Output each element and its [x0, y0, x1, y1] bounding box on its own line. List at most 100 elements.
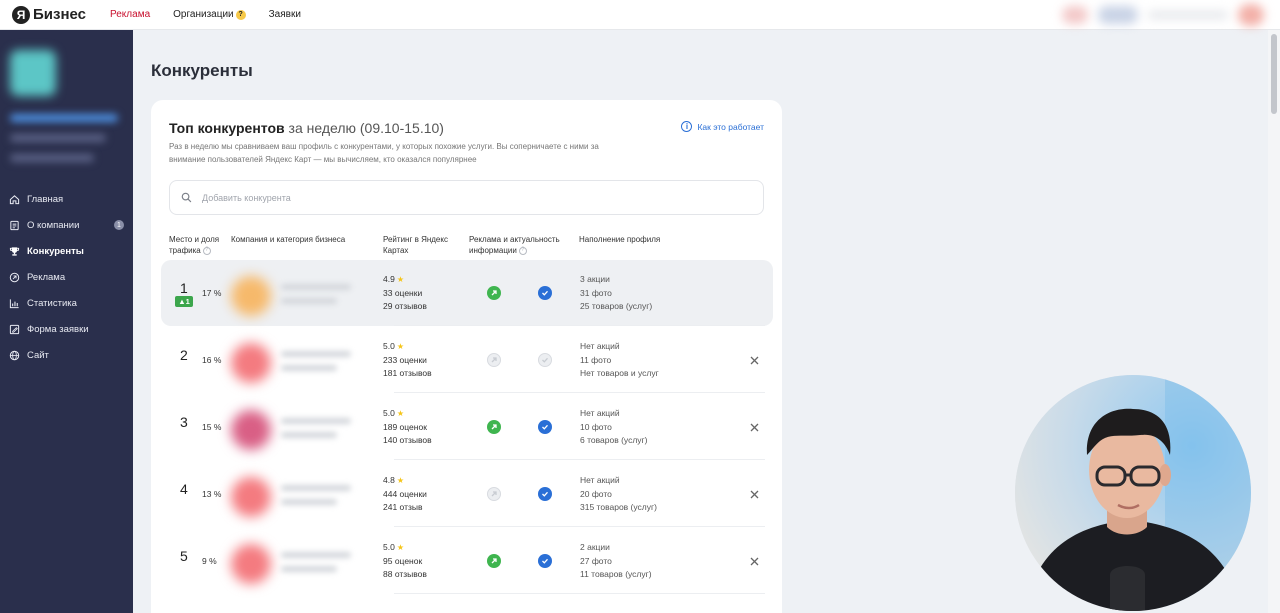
- notification-count-badge: 1: [114, 220, 124, 230]
- remove-competitor-close-icon[interactable]: [747, 554, 761, 568]
- profile-fill-block: 3 акции 31 фото 25 товаров (услуг): [580, 273, 652, 314]
- help-icon[interactable]: ?: [202, 246, 211, 255]
- info-actual-check-icon: [538, 554, 552, 568]
- document-icon: [9, 220, 20, 231]
- row-divider: [394, 459, 765, 460]
- goods-count: 315 товаров (услуг): [580, 502, 657, 512]
- sidebar-item-request-form[interactable]: Форма заявки: [0, 316, 133, 342]
- top-bar: Я Бизнес Реклама Организации? Заявки: [0, 0, 1280, 30]
- organization-card-blurred[interactable]: [8, 46, 126, 180]
- sidebar-item-site[interactable]: Сайт: [0, 342, 133, 368]
- sidebar-item-label: Форма заявки: [27, 323, 89, 335]
- sidebar-item-label: Главная: [27, 193, 64, 205]
- nav-link-requests[interactable]: Заявки: [269, 9, 301, 20]
- rating-block: 4.9 ★ 33 оценки 29 отзывов: [383, 273, 427, 314]
- competitor-row[interactable]: 59 % 5.0 ★ 95 оценок 88 отзывов 2 акции 27 фот…: [161, 528, 773, 594]
- traffic-share: 15 %: [202, 422, 222, 432]
- company-category-blur: [281, 298, 337, 304]
- sidebar-item-home[interactable]: Главная: [0, 186, 133, 212]
- company-avatar: [231, 276, 271, 316]
- rank-number: 2: [180, 347, 188, 363]
- column-header-place: Место и доля трафика?: [169, 234, 227, 256]
- company-blurred[interactable]: [231, 268, 361, 318]
- sidebar-item-competitors[interactable]: Конкуренты: [0, 238, 133, 264]
- photos-count: 31 фото: [580, 287, 612, 298]
- rank-number: 4: [180, 481, 188, 497]
- rating-value: 4.8: [383, 475, 395, 485]
- company-avatar: [231, 477, 271, 517]
- home-icon: [9, 194, 20, 205]
- ads-status-icon: [487, 286, 501, 300]
- scrollbar-thumb[interactable]: [1271, 34, 1277, 114]
- sidebar-item-ads[interactable]: Реклама: [0, 264, 133, 290]
- info-actual-check-icon: [538, 286, 552, 300]
- rank-number: 3: [180, 414, 188, 430]
- company-name-blur: [281, 351, 351, 357]
- sidebar-item-label: Реклама: [27, 271, 66, 283]
- nav-link-requests-label: Заявки: [268, 9, 301, 20]
- top-nav: Реклама Организации? Заявки: [110, 9, 324, 20]
- photos-count: 27 фото: [580, 555, 612, 566]
- company-blurred[interactable]: [231, 536, 361, 586]
- company-blurred[interactable]: [231, 402, 361, 452]
- how-it-works-link[interactable]: i Как это работает: [681, 121, 764, 132]
- avatar: [1238, 4, 1264, 26]
- how-it-works-label: Как это работает: [697, 121, 764, 132]
- chart-icon: [9, 298, 20, 309]
- search-icon: [181, 192, 192, 203]
- account-blur: [1098, 6, 1138, 24]
- photos-count: 11 фото: [580, 354, 612, 365]
- competitor-row[interactable]: 4 13 % 4.8 ★ 444 оценки 241 отзыв Нет акций 20 …: [161, 461, 773, 527]
- card-title: Топ конкурентов за неделю (09.10-15.10): [169, 120, 444, 136]
- company-name-blur: [281, 485, 351, 491]
- scores-count: 189 оценок: [383, 421, 427, 432]
- yandex-business-logo[interactable]: Я Бизнес: [12, 5, 86, 24]
- company-name-blur: [281, 552, 351, 558]
- competitor-row[interactable]: 1 ▲ 1 17 % 4.9 ★ 33 оценки 29 отзывов 3 акции 31 …: [161, 260, 773, 326]
- photos-count: 20 фото: [580, 488, 612, 499]
- star-icon: ★: [396, 275, 404, 284]
- star-icon: ★: [396, 476, 404, 485]
- add-competitor-search[interactable]: [169, 180, 764, 215]
- reviews-count: 181 отзывов: [383, 368, 432, 378]
- info-actual-check-icon: [538, 353, 552, 367]
- promos-count: 2 акции: [580, 542, 610, 552]
- ads-status-icon: [487, 420, 501, 434]
- company-blurred[interactable]: [231, 335, 361, 385]
- promos-count: Нет акций: [580, 341, 620, 351]
- rating-line: 4.8 ★: [383, 474, 427, 488]
- add-competitor-input[interactable]: [202, 192, 722, 203]
- goods-count: Нет товаров и услуг: [580, 368, 659, 378]
- rank-number: 1: [180, 280, 188, 296]
- ad-icon: [9, 272, 20, 283]
- sidebar-item-label: Сайт: [27, 349, 49, 361]
- help-icon[interactable]: ?: [518, 246, 527, 255]
- scores-count: 233 оценки: [383, 354, 427, 365]
- nav-link-ads[interactable]: Реклама: [110, 9, 150, 20]
- reviews-count: 29 отзывов: [383, 301, 427, 311]
- sidebar-item-about[interactable]: О компании 1: [0, 212, 133, 238]
- nav-link-organizations[interactable]: Организации?: [173, 9, 246, 20]
- form-icon: [9, 324, 20, 335]
- remove-competitor-close-icon[interactable]: [747, 487, 761, 501]
- sidebar-item-statistics[interactable]: Статистика: [0, 290, 133, 316]
- company-avatar: [231, 544, 271, 584]
- account-area[interactable]: [1040, 0, 1280, 30]
- globe-icon: [9, 350, 20, 361]
- scores-count: 33 оценки: [383, 287, 423, 298]
- card-title-week: за неделю (09.10-15.10): [288, 120, 444, 136]
- competitor-row[interactable]: 3 15 % 5.0 ★ 189 оценок 140 отзывов Нет акций 1…: [161, 394, 773, 460]
- column-header-company-label: Компания и категория бизнеса: [231, 235, 346, 244]
- logo-letter: Я: [12, 5, 30, 24]
- remove-competitor-close-icon[interactable]: [747, 420, 761, 434]
- star-icon: ★: [396, 543, 404, 552]
- page-scrollbar[interactable]: [1268, 30, 1280, 613]
- company-blurred[interactable]: [231, 469, 361, 519]
- rating-value: 4.9: [383, 274, 395, 284]
- competitor-row[interactable]: 2 16 % 5.0 ★ 233 оценки 181 отзывов Нет акций 1…: [161, 327, 773, 393]
- info-actual-check-icon: [538, 420, 552, 434]
- info-actual-check-icon: [538, 487, 552, 501]
- remove-competitor-close-icon[interactable]: [747, 353, 761, 367]
- sidebar-item-label: Статистика: [27, 297, 77, 309]
- page-title: Конкуренты: [151, 61, 253, 80]
